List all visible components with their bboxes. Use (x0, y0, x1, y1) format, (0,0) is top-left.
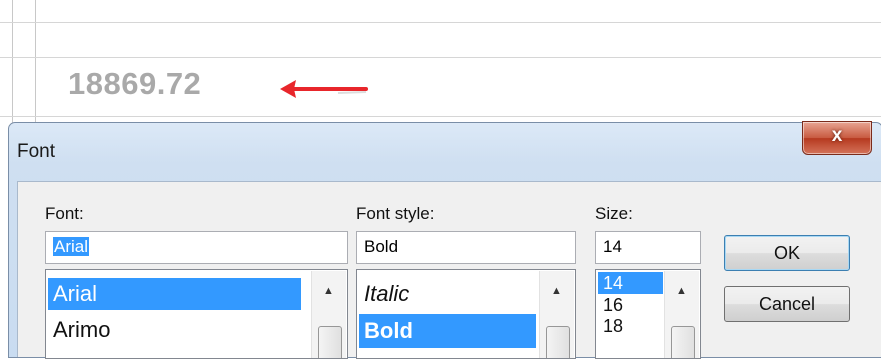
font-list-item-arial[interactable]: Arial (48, 278, 301, 310)
scroll-thumb[interactable] (671, 326, 695, 358)
scroll-up-arrow-icon[interactable]: ▲ (551, 285, 562, 297)
font-list-item-arimo[interactable]: Arimo (48, 314, 110, 346)
font-style-item-italic[interactable]: Italic (359, 278, 409, 310)
spreadsheet-area: 18869.72 (0, 0, 881, 130)
font-list[interactable]: Arial Arimo ▲ (45, 269, 348, 359)
ok-button[interactable]: OK (724, 235, 850, 271)
row-gridline (0, 22, 881, 23)
font-style-item-bold[interactable]: Bold (359, 314, 536, 348)
font-label: Font: (45, 204, 84, 223)
font-style-input[interactable]: Bold (356, 231, 576, 264)
scroll-thumb[interactable] (546, 326, 570, 358)
font-size-item-14[interactable]: 14 (598, 272, 663, 294)
scroll-thumb[interactable] (318, 326, 342, 358)
cancel-button[interactable]: Cancel (724, 286, 850, 322)
font-size-item-18[interactable]: 18 (598, 315, 623, 337)
font-name-value: Arial (53, 237, 90, 256)
close-button[interactable]: x (802, 121, 872, 155)
font-size-list[interactable]: 14 16 18 ▲ (595, 269, 701, 359)
font-style-list[interactable]: Italic Bold ▲ (356, 269, 576, 359)
font-size-scrollbar[interactable]: ▲ (664, 271, 699, 358)
font-style-scrollbar[interactable]: ▲ (539, 271, 574, 358)
font-style-label: Font style: (356, 204, 435, 223)
column-gridline (12, 0, 13, 130)
row-gridline (0, 116, 881, 117)
font-dialog: Font x Font: Arial Arial Arimo ▲ Font st… (8, 121, 881, 359)
close-icon: x (831, 125, 843, 146)
font-list-scrollbar[interactable]: ▲ (311, 271, 346, 358)
dialog-title: Font (17, 141, 56, 162)
scroll-up-arrow-icon[interactable]: ▲ (323, 285, 334, 297)
font-name-input[interactable]: Arial (45, 231, 348, 264)
dialog-body: Font: Arial Arial Arimo ▲ Font style: Bo… (17, 181, 881, 359)
row-gridline (0, 57, 881, 58)
size-label: Size: (595, 204, 633, 223)
column-gridline (35, 0, 36, 130)
cell-value[interactable]: 18869.72 (68, 66, 201, 102)
scroll-up-arrow-icon[interactable]: ▲ (676, 285, 687, 297)
font-size-input[interactable]: 14 (595, 231, 701, 264)
red-arrow-icon (280, 80, 368, 98)
font-size-item-16[interactable]: 16 (598, 294, 623, 316)
